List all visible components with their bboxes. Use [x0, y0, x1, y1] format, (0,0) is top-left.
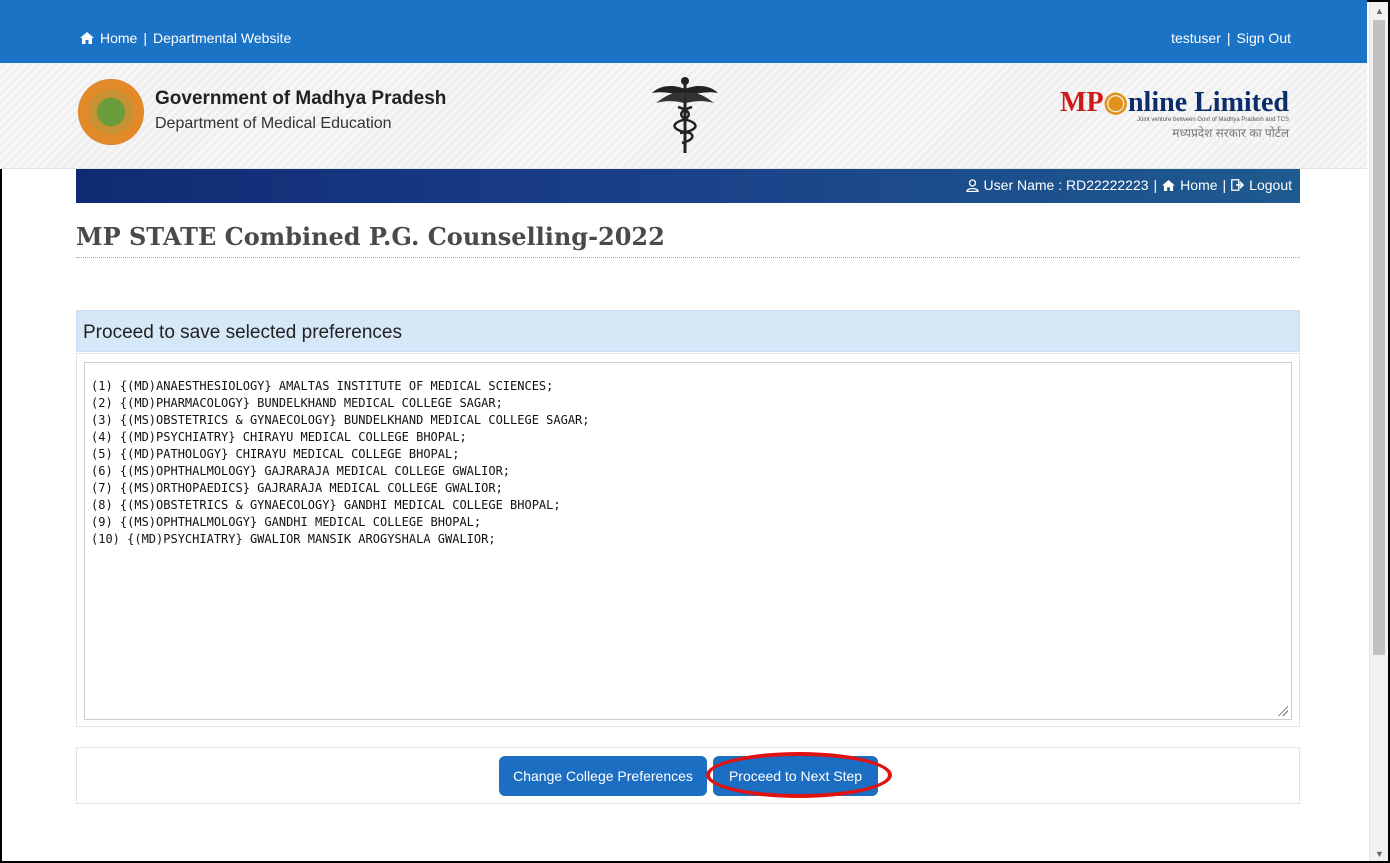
textarea-resize-handle[interactable] — [1278, 706, 1288, 716]
preference-line: (4) {(MD)PSYCHIATRY} CHIRAYU MEDICAL COL… — [91, 430, 467, 444]
logout-icon — [1231, 179, 1245, 191]
mponline-brand-rest: nline Limited — [1127, 87, 1289, 118]
title-divider — [76, 257, 1300, 258]
top-home-link[interactable]: Home — [100, 30, 137, 46]
preference-line: (5) {(MD)PATHOLOGY} CHIRAYU MEDICAL COLL… — [91, 447, 460, 461]
header-banner: Government of Madhya Pradesh Department … — [0, 63, 1367, 169]
preferences-textarea[interactable]: (1) {(MD)ANAESTHESIOLOGY} AMALTAS INSTIT… — [84, 362, 1292, 720]
mp-government-emblem — [78, 79, 144, 145]
mponline-globe-icon: ◉ — [1103, 87, 1128, 118]
department-subtitle: Department of Medical Education — [155, 115, 392, 132]
page-scrollbar[interactable]: ▲ ▼ — [1369, 2, 1388, 861]
preference-line: (1) {(MD)ANAESTHESIOLOGY} AMALTAS INSTIT… — [91, 379, 554, 393]
caduceus-icon — [652, 77, 718, 153]
sign-out-link[interactable]: Sign Out — [1237, 30, 1291, 46]
preference-line: (8) {(MS)OBSTETRICS & GYNAECOLOGY} GANDH… — [91, 498, 561, 512]
action-button-bar: Change College Preferences Proceed to Ne… — [76, 747, 1300, 804]
navbar-home-link[interactable]: Home — [1180, 177, 1217, 193]
preference-line: (2) {(MD)PHARMACOLOGY} BUNDELKHAND MEDIC… — [91, 396, 503, 410]
preference-line: (7) {(MS)ORTHOPAEDICS} GAJRARAJA MEDICAL… — [91, 481, 503, 495]
preference-line: (3) {(MS)OBSTETRICS & GYNAECOLOGY} BUNDE… — [91, 413, 590, 427]
user-navbar: User Name : RD22222223 | Home | Logout — [76, 169, 1300, 203]
preference-line: (9) {(MS)OPHTHALMOLOGY} GANDHI MEDICAL C… — [91, 515, 482, 529]
separator: | — [143, 30, 147, 46]
user-icon — [965, 178, 979, 192]
preferences-panel-body: (1) {(MD)ANAESTHESIOLOGY} AMALTAS INSTIT… — [76, 353, 1300, 727]
scroll-up-arrow-icon[interactable]: ▲ — [1375, 6, 1384, 16]
top-bar-right: testuser | Sign Out — [1171, 30, 1291, 46]
scroll-down-arrow-icon[interactable]: ▼ — [1375, 849, 1384, 859]
top-bar: Home | Departmental Website testuser | S… — [0, 0, 1367, 63]
highlight-annotation-ring — [706, 752, 892, 798]
departmental-website-link[interactable]: Departmental Website — [153, 30, 291, 46]
scroll-thumb[interactable] — [1373, 20, 1385, 655]
user-name-label: User Name : RD22222223 — [983, 177, 1149, 193]
mponline-brand-mp: MP — [1060, 87, 1104, 118]
preference-line: (6) {(MS)OPHTHALMOLOGY} GAJRARAJA MEDICA… — [91, 464, 511, 478]
navbar-user-info: User Name : RD22222223 | Home | Logout — [965, 177, 1292, 193]
government-title: Government of Madhya Pradesh — [155, 88, 447, 109]
preferences-panel-heading: Proceed to save selected preferences — [76, 310, 1300, 352]
logout-link[interactable]: Logout — [1249, 177, 1292, 193]
top-bar-left: Home | Departmental Website — [80, 30, 291, 46]
change-college-preferences-button[interactable]: Change College Preferences — [499, 756, 707, 796]
separator: | — [1153, 177, 1158, 193]
mponline-brand: MP◉nline Limited — [1060, 85, 1289, 119]
mponline-logo: MP◉nline Limited Joint venture between G… — [1060, 85, 1289, 141]
home-icon — [80, 32, 94, 44]
mponline-hindi-tagline: मध्यप्रदेश सरकार का पोर्टल — [1172, 126, 1289, 140]
home-icon — [1162, 179, 1176, 191]
username-link[interactable]: testuser — [1171, 30, 1221, 46]
separator: | — [1226, 30, 1231, 46]
page-title: MP STATE Combined P.G. Counselling-2022 — [76, 222, 665, 251]
separator: | — [1222, 177, 1227, 193]
preference-line: (10) {(MD)PSYCHIATRY} GWALIOR MANSIK ARO… — [91, 532, 496, 546]
